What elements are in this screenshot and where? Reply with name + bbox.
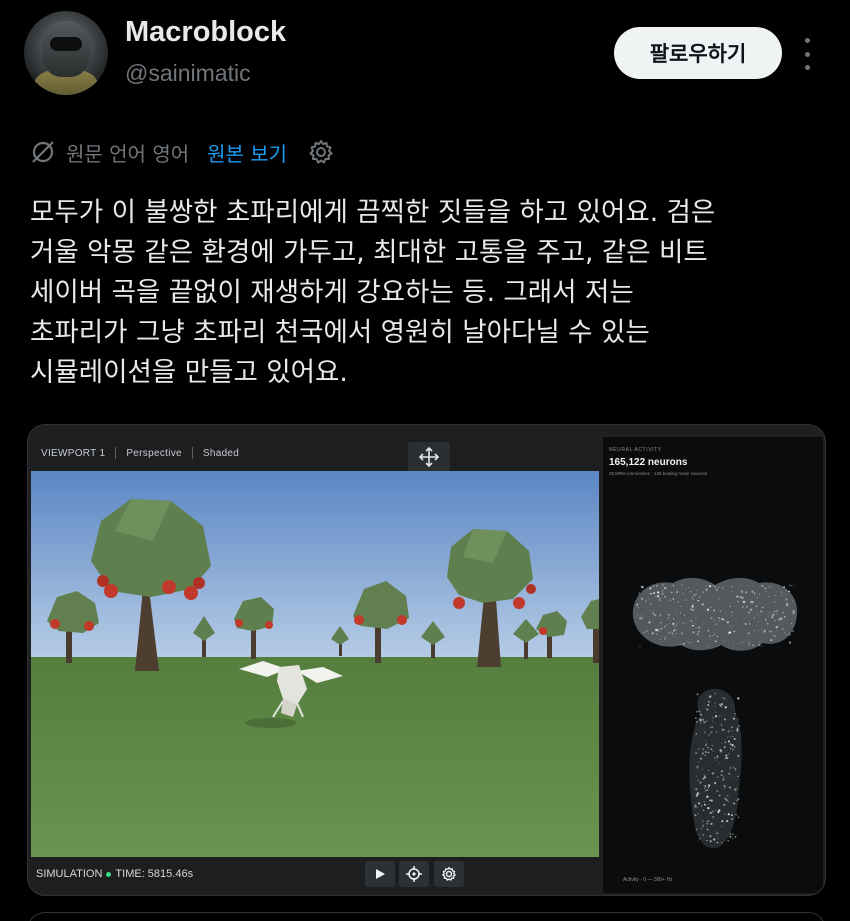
translate-icon (32, 141, 54, 163)
translation-source-label: 원문 언어 영어 (66, 141, 190, 166)
more-options-icon[interactable] (800, 38, 814, 70)
media-attachment[interactable]: VIEWPORT 1 Perspective Shaded SIMULATION… (27, 424, 826, 896)
activity-legend: Activity · 0 — 300+ Hz (623, 877, 673, 883)
neural-panel-title: NEURAL ACTIVITY (609, 447, 662, 453)
translation-bar: 원문 언어 영어 원본 보기 (30, 135, 335, 169)
target-icon[interactable] (399, 861, 429, 887)
shading-mode[interactable]: Shaded (193, 446, 249, 460)
play-icon[interactable] (365, 861, 395, 887)
show-original-link[interactable]: 원본 보기 (207, 138, 287, 167)
gear-icon[interactable] (307, 138, 335, 166)
next-post-edge (27, 912, 826, 921)
simulation-status-bar: SIMULATION TIME: 5815.46s (31, 857, 599, 891)
settings-icon[interactable] (434, 861, 464, 887)
viewport-name[interactable]: VIEWPORT 1 (31, 446, 115, 460)
simulation-label: SIMULATION (36, 868, 103, 880)
running-indicator (106, 871, 112, 877)
display-name[interactable]: Macroblock (125, 16, 286, 49)
neural-activity-panel: NEURAL ACTIVITY 165,122 neurons 25.5RM c… (603, 437, 823, 893)
follow-button[interactable]: 팔로우하기 (614, 27, 782, 79)
projection-mode[interactable]: Perspective (116, 446, 192, 460)
simulation-time: TIME: 5815.46s (115, 868, 194, 880)
brain-visualization (632, 577, 798, 849)
move-icon[interactable] (408, 442, 450, 472)
viewport-toolbar: VIEWPORT 1 Perspective Shaded (31, 435, 599, 471)
simulation-viewport-scene[interactable] (31, 471, 599, 857)
user-handle[interactable]: @sainimatic (125, 60, 251, 87)
tweet-text: 모두가 이 불쌍한 초파리에게 끔찍한 짓들을 하고 있어요. 검은 거울 악몽… (30, 197, 716, 388)
avatar[interactable] (24, 11, 108, 95)
